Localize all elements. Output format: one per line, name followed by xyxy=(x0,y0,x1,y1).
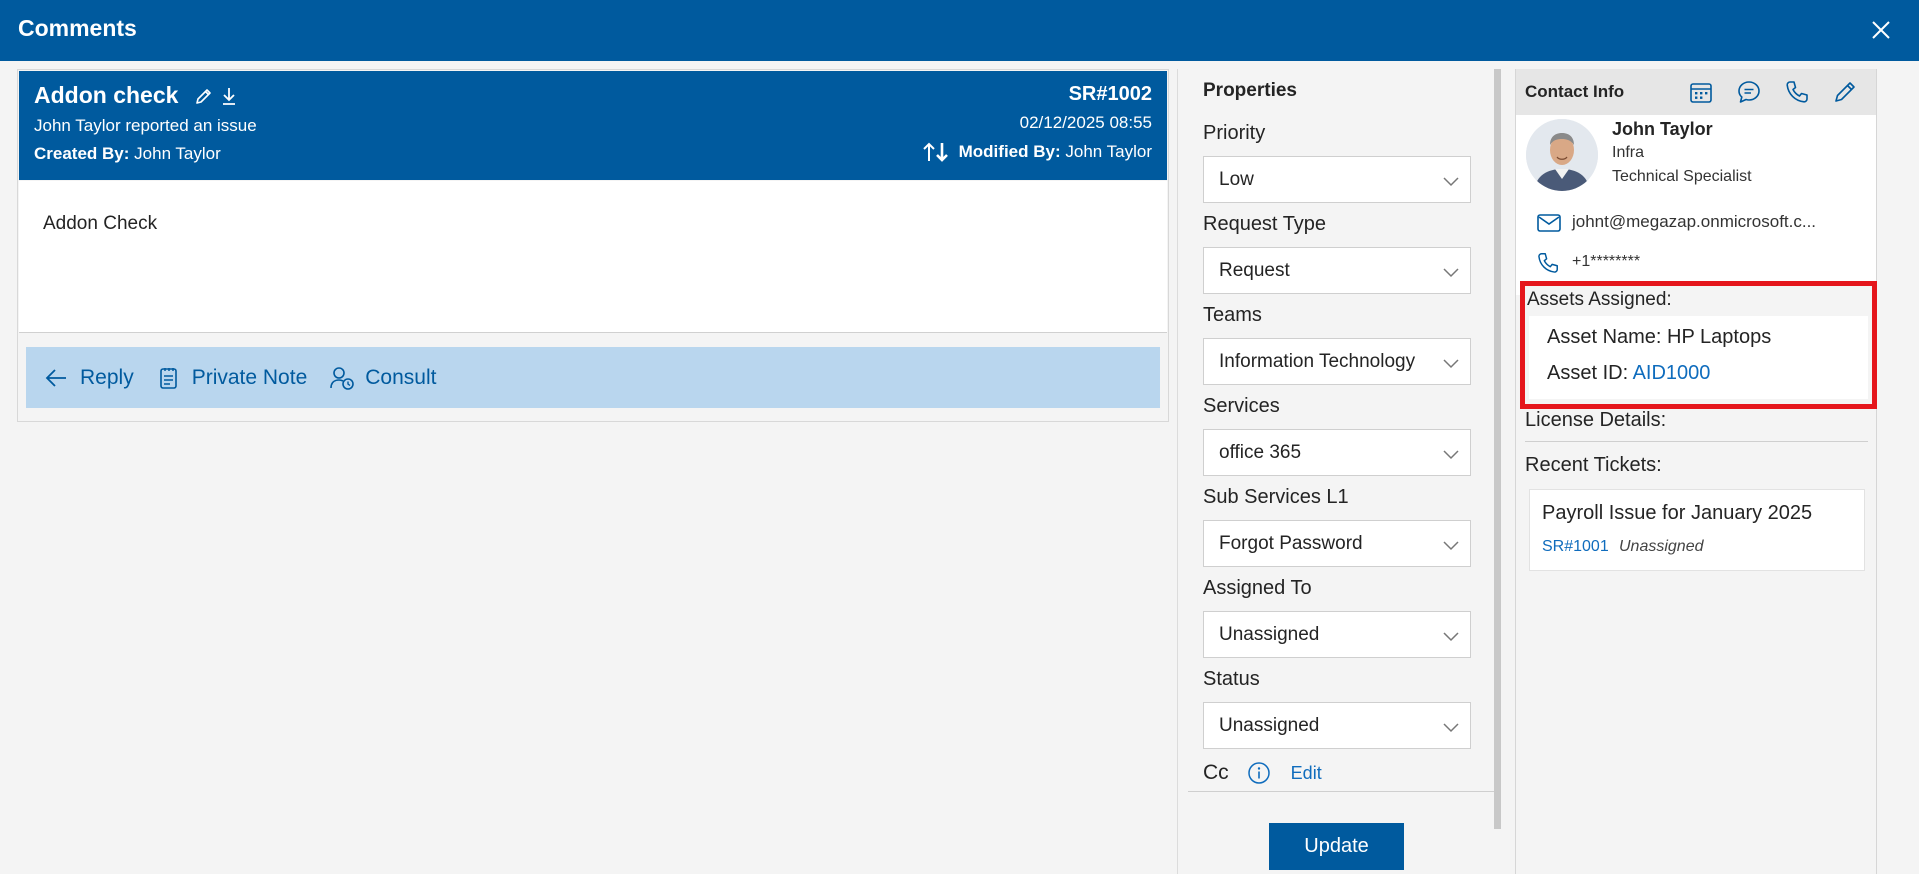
sub-services-select[interactable]: Forgot Password xyxy=(1203,520,1471,567)
chevron-down-icon xyxy=(1443,723,1459,733)
teams-select[interactable]: Information Technology xyxy=(1203,338,1471,385)
pencil-icon[interactable] xyxy=(1832,79,1858,105)
person-clock-icon xyxy=(330,366,355,390)
action-bar: Reply Private Note Consult xyxy=(26,347,1160,408)
properties-panel: Properties Priority Low Request Type Req… xyxy=(1177,69,1501,874)
sort-arrows-icon[interactable] xyxy=(921,141,951,163)
ticket-header: Addon check John Taylor reported an issu… xyxy=(19,71,1167,180)
arrow-left-icon xyxy=(45,368,66,387)
assigned-to-value: Unassigned xyxy=(1219,623,1320,645)
status-label: Status xyxy=(1203,668,1260,690)
sub-services-value: Forgot Password xyxy=(1219,532,1363,554)
reply-button[interactable]: Reply xyxy=(44,365,134,391)
chat-icon[interactable] xyxy=(1736,79,1762,105)
properties-title: Properties xyxy=(1203,80,1297,101)
priority-select[interactable]: Low xyxy=(1203,156,1471,203)
contact-email[interactable]: johnt@megazap.onmicrosoft.c... xyxy=(1572,212,1816,232)
sub-services-label: Sub Services L1 xyxy=(1203,486,1349,508)
chevron-down-icon xyxy=(1443,268,1459,278)
title-bar: Comments xyxy=(0,0,1919,61)
status-value: Unassigned xyxy=(1219,714,1320,736)
private-note-label: Private Note xyxy=(191,365,308,389)
assigned-to-select[interactable]: Unassigned xyxy=(1203,611,1471,658)
consult-label: Consult xyxy=(365,365,437,389)
created-by: Created By: John Taylor xyxy=(34,144,221,164)
priority-label: Priority xyxy=(1203,122,1266,144)
contact-department: Infra xyxy=(1612,144,1645,161)
recent-tickets-title: Recent Tickets: xyxy=(1525,454,1662,476)
request-type-select[interactable]: Request xyxy=(1203,247,1471,294)
contact-phone: +1******** xyxy=(1572,253,1641,270)
asset-card: Asset Name: HP Laptops Asset ID: AID1000 xyxy=(1529,316,1868,399)
assets-title: Assets Assigned: xyxy=(1527,289,1672,310)
modified-by-value: John Taylor xyxy=(1065,142,1152,161)
created-by-label: Created By: xyxy=(34,144,130,163)
calendar-icon[interactable] xyxy=(1688,79,1714,105)
modified-by-label: Modified By: xyxy=(958,142,1061,161)
contact-panel: Contact Info John Taylor Infra Technical… xyxy=(1515,69,1877,874)
ticket-id: SR#1002 xyxy=(1068,83,1152,105)
info-icon[interactable] xyxy=(1247,761,1271,785)
chevron-down-icon xyxy=(1443,177,1459,187)
recent-ticket-title: Payroll Issue for January 2025 xyxy=(1542,502,1813,524)
note-icon xyxy=(159,367,177,389)
ticket-title: Addon check xyxy=(34,82,179,108)
contact-name: John Taylor xyxy=(1612,119,1713,139)
divider xyxy=(1525,441,1868,442)
cc-row: Cc Edit xyxy=(1203,761,1322,785)
phone-icon[interactable] xyxy=(1784,79,1810,105)
recent-ticket-card[interactable]: Payroll Issue for January 2025 SR#1001 U… xyxy=(1529,489,1865,571)
ticket-card: Addon check John Taylor reported an issu… xyxy=(17,69,1169,422)
asset-id: Asset ID: AID1000 xyxy=(1547,362,1710,385)
recent-ticket-id[interactable]: SR#1001 xyxy=(1542,538,1609,556)
asset-id-link[interactable]: AID1000 xyxy=(1633,362,1711,384)
ticket-body-text: Addon Check xyxy=(43,213,158,234)
asset-name: Asset Name: HP Laptops xyxy=(1547,326,1771,349)
assigned-to-label: Assigned To xyxy=(1203,577,1312,599)
chevron-down-icon xyxy=(1443,541,1459,551)
asset-name-label: Asset Name: xyxy=(1547,326,1662,348)
ticket-body: Addon Check xyxy=(19,181,1167,333)
status-select[interactable]: Unassigned xyxy=(1203,702,1471,749)
contact-title: Contact Info xyxy=(1525,82,1625,101)
close-icon[interactable] xyxy=(1869,18,1893,42)
reply-label: Reply xyxy=(80,365,134,389)
ticket-subtitle: John Taylor reported an issue xyxy=(34,116,257,135)
divider xyxy=(1188,791,1494,792)
update-button[interactable]: Update xyxy=(1269,823,1404,870)
contact-role: Technical Specialist xyxy=(1612,168,1752,185)
window-title: Comments xyxy=(18,15,137,41)
contact-header: Contact Info xyxy=(1516,69,1876,115)
created-by-value: John Taylor xyxy=(134,144,221,163)
recent-ticket-status: Unassigned xyxy=(1619,538,1704,555)
modified-by: Modified By: John Taylor xyxy=(921,141,1152,163)
services-value: office 365 xyxy=(1219,441,1302,463)
priority-value: Low xyxy=(1219,168,1254,190)
download-icon[interactable] xyxy=(219,86,239,106)
mail-icon xyxy=(1537,214,1561,232)
chevron-down-icon xyxy=(1443,632,1459,642)
private-note-button[interactable]: Private Note xyxy=(156,365,308,391)
cc-edit-link[interactable]: Edit xyxy=(1291,763,1322,784)
avatar xyxy=(1526,119,1598,191)
chevron-down-icon xyxy=(1443,450,1459,460)
properties-scrollbar[interactable] xyxy=(1494,69,1501,829)
license-details-title: License Details: xyxy=(1525,409,1667,431)
consult-button[interactable]: Consult xyxy=(329,365,436,391)
services-label: Services xyxy=(1203,395,1280,417)
cc-label: Cc xyxy=(1203,761,1229,784)
asset-id-label: Asset ID: xyxy=(1547,362,1629,384)
teams-label: Teams xyxy=(1203,304,1262,326)
assets-assigned-section: Assets Assigned: Asset Name: HP Laptops … xyxy=(1520,281,1877,409)
teams-value: Information Technology xyxy=(1219,350,1416,372)
contact-card: John Taylor Infra Technical Specialist j… xyxy=(1516,115,1876,295)
phone-icon xyxy=(1538,253,1558,273)
services-select[interactable]: office 365 xyxy=(1203,429,1471,476)
asset-name-value: HP Laptops xyxy=(1667,326,1772,348)
chevron-down-icon xyxy=(1443,359,1459,369)
pencil-icon[interactable] xyxy=(194,86,214,106)
ticket-date: 02/12/2025 08:55 xyxy=(1019,113,1152,132)
request-type-label: Request Type xyxy=(1203,213,1327,235)
request-type-value: Request xyxy=(1219,259,1290,281)
